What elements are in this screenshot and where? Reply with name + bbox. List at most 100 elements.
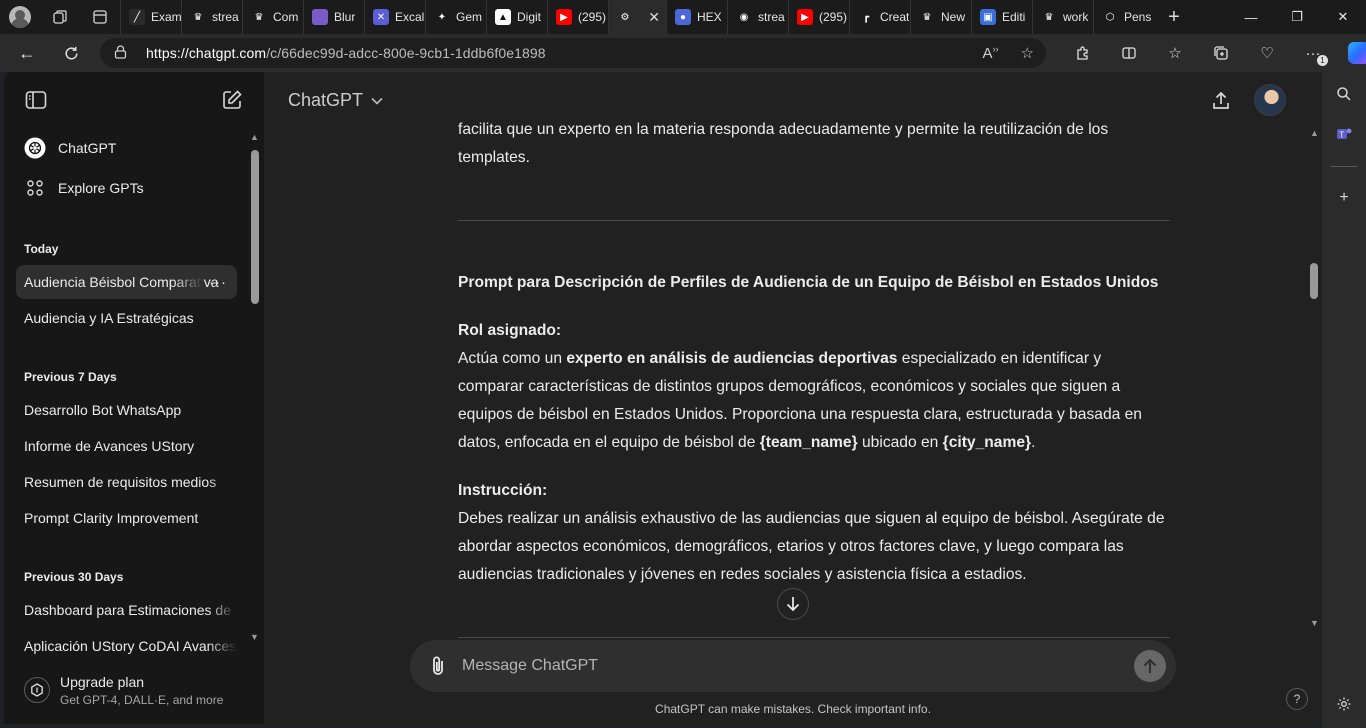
tab-label: Gem	[456, 10, 483, 24]
tab-label: Creat	[880, 10, 910, 24]
url-domain: https://chatgpt.com	[146, 45, 267, 61]
profile-avatar[interactable]	[0, 0, 40, 34]
chat-history-item[interactable]: Resumen de requisitos medios	[16, 465, 237, 499]
sidebar-item-explore-gpts[interactable]: Explore GPTs	[16, 171, 237, 205]
message-paragraph: facilita que un experto en la materia re…	[458, 116, 1170, 172]
sidebar-item-chatgpt[interactable]: ChatGPT	[16, 131, 237, 165]
tab-favicon-icon: ✦	[434, 9, 450, 25]
chat-history-item[interactable]: Prompt Clarity Improvement	[16, 501, 237, 535]
performance-icon[interactable]: ♡	[1244, 34, 1290, 72]
tab-actions-icon[interactable]	[80, 0, 120, 34]
chat-history-item[interactable]: Dashboard para Estimaciones de	[16, 593, 237, 627]
settings-more-icon[interactable]: ··· 1	[1290, 34, 1336, 72]
chat-history-item[interactable]: Audiencia Béisbol Comparativa ···	[16, 265, 237, 299]
browser-tab[interactable]: ♛ New	[910, 0, 971, 34]
url-text: https://chatgpt.com/c/66dec99d-adcc-800e…	[146, 45, 546, 61]
close-window-button[interactable]: ✕	[1320, 0, 1366, 34]
tab-favicon-icon: ⬡	[1102, 9, 1118, 25]
close-tab-icon[interactable]: ✕	[648, 9, 660, 26]
copilot-icon[interactable]	[1336, 34, 1366, 72]
sidebar-settings-icon[interactable]	[1332, 692, 1356, 716]
chevron-down-icon	[371, 97, 383, 105]
tab-favicon-icon: ●	[675, 9, 691, 25]
scrollbar-thumb[interactable]	[1310, 263, 1318, 299]
help-button[interactable]: ?	[1286, 688, 1308, 710]
upgrade-subtitle: Get GPT-4, DALL·E, and more	[60, 692, 224, 707]
tab-favicon-icon: ╱	[129, 9, 145, 25]
back-button[interactable]: ←	[8, 34, 46, 72]
add-app-icon[interactable]: +	[1332, 186, 1356, 210]
browser-tab[interactable]: ♛ work	[1032, 0, 1093, 34]
browser-tab[interactable]: ● HEX	[666, 0, 727, 34]
chat-history-item[interactable]: Aplicación UStory CoDAI Avances	[16, 629, 237, 663]
tab-favicon-icon: ✕	[373, 9, 389, 25]
address-bar[interactable]: https://chatgpt.com/c/66dec99d-adcc-800e…	[100, 38, 1046, 68]
tab-favicon-icon: ┏	[858, 9, 874, 25]
browser-tab[interactable]: ◉ strea	[727, 0, 788, 34]
tab-label: Com	[273, 10, 299, 24]
tab-label: work	[1063, 10, 1089, 24]
extensions-icon[interactable]	[1060, 34, 1106, 72]
new-tab-button[interactable]: +	[1154, 0, 1194, 34]
favorite-star-icon[interactable]: ☆	[1021, 44, 1034, 62]
teams-icon[interactable]: T	[1332, 122, 1356, 146]
window-controls: — ❐ ✕	[1228, 0, 1366, 34]
tab-favicon-icon	[312, 9, 328, 25]
browser-tab[interactable]: ╱ Exam	[120, 0, 181, 34]
sidebar-scrollbar[interactable]: ▲ ▼	[248, 128, 262, 648]
browser-tab[interactable]: ▶ (295)	[788, 0, 849, 34]
chat-history-item[interactable]: Informe de Avances UStory	[16, 429, 237, 463]
text-run: ubicado en	[857, 434, 943, 451]
scroll-to-bottom-button[interactable]	[777, 588, 809, 620]
browser-tab[interactable]: ▲ Digit	[486, 0, 547, 34]
conversation-scrollbar[interactable]: ▲ ▼	[1308, 128, 1320, 628]
collections-icon[interactable]	[1198, 34, 1244, 72]
refresh-button[interactable]	[52, 34, 90, 72]
paperclip-icon[interactable]	[426, 654, 450, 678]
share-icon[interactable]	[1210, 90, 1234, 114]
grid-icon	[24, 177, 46, 199]
scrollbar-thumb[interactable]	[251, 150, 259, 304]
chat-title: Informe de Avances UStory	[24, 438, 195, 454]
tab-favicon-icon: ▲	[495, 9, 511, 25]
extension-toolbar: ☆ ♡ ··· 1	[1060, 34, 1366, 72]
browser-tab[interactable]: ✦ Gem	[425, 0, 486, 34]
browser-tab[interactable]: ⚙ ✕	[608, 0, 666, 34]
toggle-sidebar-icon[interactable]	[24, 88, 48, 112]
upgrade-plan-button[interactable]: Upgrade plan Get GPT-4, DALL·E, and more	[16, 668, 252, 712]
new-chat-icon[interactable]	[220, 88, 244, 112]
message-input[interactable]	[462, 657, 1134, 675]
lock-icon[interactable]	[114, 44, 134, 62]
workspaces-icon[interactable]	[40, 0, 80, 34]
browser-tab[interactable]: ✕ Excal	[364, 0, 425, 34]
minimize-button[interactable]: —	[1228, 0, 1274, 34]
browser-tab[interactable]: ┏ Creat	[849, 0, 910, 34]
favorites-icon[interactable]: ☆	[1152, 34, 1198, 72]
model-selector[interactable]: ChatGPT	[288, 90, 383, 111]
sidebar-item-label: ChatGPT	[58, 140, 117, 156]
divider	[458, 637, 1170, 638]
chat-title: Audiencia y IA Estratégicas	[24, 310, 194, 326]
message-paragraph: Instrucción: Debes realizar un análisis …	[458, 477, 1170, 589]
browser-tab[interactable]: Blur	[303, 0, 364, 34]
chat-options-button[interactable]: ···	[209, 274, 227, 291]
browser-tab[interactable]: ♛ Com	[242, 0, 303, 34]
browser-tab[interactable]: ⬡ Pens	[1093, 0, 1154, 34]
browser-tab[interactable]: ♛ strea	[181, 0, 242, 34]
tab-favicon-icon: ♛	[251, 9, 267, 25]
chat-history-item[interactable]: Audiencia y IA Estratégicas	[16, 301, 237, 335]
restore-button[interactable]: ❐	[1274, 0, 1320, 34]
edge-sidebar: T +	[1322, 72, 1366, 728]
user-avatar[interactable]	[1254, 84, 1286, 116]
section-label: Rol asignado:	[458, 322, 562, 339]
search-icon[interactable]	[1332, 82, 1356, 106]
variable-text: {city_name}	[942, 434, 1032, 451]
tab-favicon-icon: ⚙	[617, 9, 633, 25]
chat-history-item[interactable]: Desarrollo Bot WhatsApp	[16, 393, 237, 427]
split-screen-icon[interactable]	[1106, 34, 1152, 72]
tab-favicon-icon: ◉	[736, 9, 752, 25]
send-button[interactable]	[1134, 650, 1166, 682]
browser-tab[interactable]: ▣ Editi	[971, 0, 1032, 34]
browser-tab[interactable]: ▶ (295)	[547, 0, 608, 34]
read-aloud-icon[interactable]: A››	[983, 44, 999, 62]
